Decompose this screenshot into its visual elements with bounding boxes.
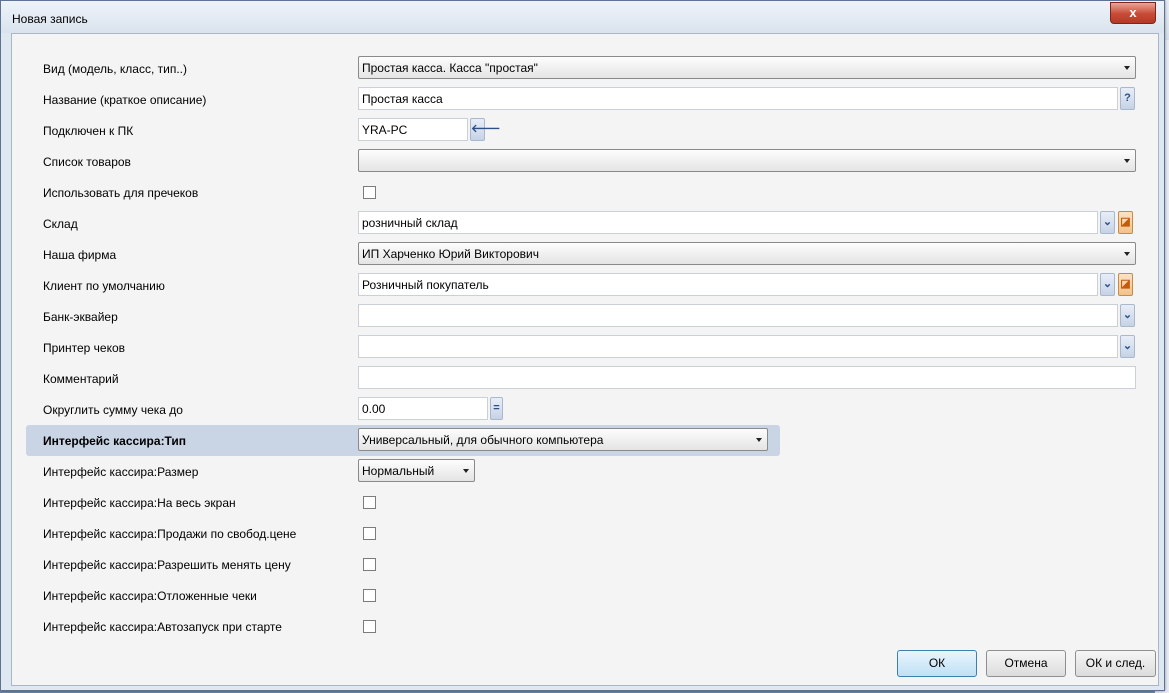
label-bank: Банк-эквайер <box>43 310 118 324</box>
printer-input[interactable] <box>358 335 1118 358</box>
ui-size-select[interactable]: Нормальный <box>358 459 475 482</box>
ok-button[interactable]: ОК <box>897 650 977 677</box>
label-ui-tip: Интерфейс кассира:Тип <box>43 434 187 448</box>
cancel-button[interactable]: Отмена <box>986 650 1066 677</box>
label-sklad: Склад <box>43 217 78 231</box>
okrugl-value: 0.00 <box>362 402 386 416</box>
precheki-checkbox[interactable] <box>363 186 376 199</box>
chevron-down-icon <box>1124 66 1130 70</box>
equals-icon: = <box>493 402 500 414</box>
pk-input[interactable]: YRA-PC <box>358 118 468 141</box>
label-ui-auto: Интерфейс кассира:Автозапуск при старте <box>43 620 282 634</box>
klient-value: Розничный покупатель <box>362 278 489 292</box>
label-ui-defer: Интерфейс кассира:Отложенные чеки <box>43 589 257 603</box>
chevron-down-icon: ⌄ <box>1102 216 1113 228</box>
label-ui-price: Интерфейс кассира:Разрешить менять цену <box>43 558 291 572</box>
klient-input[interactable]: Розничный покупатель <box>358 273 1098 296</box>
label-pk: Подключен к ПК <box>43 124 134 138</box>
ok-next-button[interactable]: ОК и след. <box>1075 650 1156 677</box>
bank-input[interactable] <box>358 304 1118 327</box>
printer-dropdown-button[interactable]: ⌄ <box>1120 335 1135 358</box>
sklad-open-button[interactable]: ◪ <box>1118 211 1133 234</box>
ui-tip-value: Универсальный, для обычного компьютера <box>362 433 604 447</box>
label-printer: Принтер чеков <box>43 341 126 355</box>
chevron-down-icon <box>756 438 762 442</box>
label-ui-full: Интерфейс кассира:На весь экран <box>43 496 236 510</box>
question-icon: ? <box>1124 92 1131 104</box>
arrow-left-icon: 🡐 <box>471 123 501 135</box>
ui-free-checkbox[interactable] <box>363 527 376 540</box>
window-title: Новая запись <box>12 12 88 26</box>
close-button[interactable]: x <box>1110 2 1156 24</box>
label-ui-size: Интерфейс кассира:Размер <box>43 465 199 479</box>
vid-select[interactable]: Простая касса. Касса "простая" <box>358 56 1136 79</box>
label-klient: Клиент по умолчанию <box>43 279 165 293</box>
ui-price-checkbox[interactable] <box>363 558 376 571</box>
vid-value: Простая касса. Касса "простая" <box>362 61 538 75</box>
firma-select[interactable]: ИП Харченко Юрий Викторович <box>358 242 1136 265</box>
label-okrugl: Округлить сумму чека до <box>43 403 183 417</box>
title-bar: Новая запись x <box>1 1 1164 33</box>
ui-auto-checkbox[interactable] <box>363 620 376 633</box>
ui-defer-checkbox[interactable] <box>363 589 376 602</box>
help-button[interactable]: ? <box>1120 87 1135 110</box>
close-icon: x <box>1129 5 1137 20</box>
label-komment: Комментарий <box>43 372 119 386</box>
nazvanie-input[interactable]: Простая касса <box>358 87 1118 110</box>
pk-value: YRA-PC <box>362 123 408 137</box>
komment-input[interactable] <box>358 366 1136 389</box>
open-icon: ◪ <box>1120 278 1131 290</box>
label-firma: Наша фирма <box>43 248 117 262</box>
label-nazvanie: Название (краткое описание) <box>43 93 207 107</box>
label-precheki: Использовать для пречеков <box>43 186 199 200</box>
okrugl-input[interactable]: 0.00 <box>358 397 488 420</box>
set-current-pc-button[interactable]: 🡐 <box>470 118 501 141</box>
chevron-down-icon <box>1124 159 1130 163</box>
klient-dropdown-button[interactable]: ⌄ <box>1100 273 1115 296</box>
chevron-down-icon <box>463 469 469 473</box>
chevron-down-icon: ⌄ <box>1122 309 1133 321</box>
sklad-input[interactable]: розничный склад <box>358 211 1098 234</box>
ui-size-value: Нормальный <box>362 464 435 478</box>
calc-button[interactable]: = <box>490 397 503 420</box>
open-icon: ◪ <box>1120 216 1131 228</box>
label-tovary: Список товаров <box>43 155 131 169</box>
bank-dropdown-button[interactable]: ⌄ <box>1120 304 1135 327</box>
tovary-select[interactable] <box>358 149 1136 172</box>
sklad-value: розничный склад <box>362 216 458 230</box>
label-ui-free: Интерфейс кассира:Продажи по свобод.цене <box>43 527 297 541</box>
sklad-dropdown-button[interactable]: ⌄ <box>1100 211 1115 234</box>
nazvanie-value: Простая касса <box>362 92 443 106</box>
form-panel: Вид (модель, класс, тип..) Простая касса… <box>11 33 1159 686</box>
label-vid: Вид (модель, класс, тип..) <box>43 62 187 76</box>
chevron-down-icon <box>1124 252 1130 256</box>
klient-open-button[interactable]: ◪ <box>1118 273 1133 296</box>
chevron-down-icon: ⌄ <box>1122 340 1133 352</box>
ui-full-checkbox[interactable] <box>363 496 376 509</box>
firma-value: ИП Харченко Юрий Викторович <box>362 247 539 261</box>
ui-tip-select[interactable]: Универсальный, для обычного компьютера <box>358 428 768 451</box>
chevron-down-icon: ⌄ <box>1102 278 1113 290</box>
dialog-window: Новая запись x Вид (модель, класс, тип..… <box>0 0 1165 691</box>
